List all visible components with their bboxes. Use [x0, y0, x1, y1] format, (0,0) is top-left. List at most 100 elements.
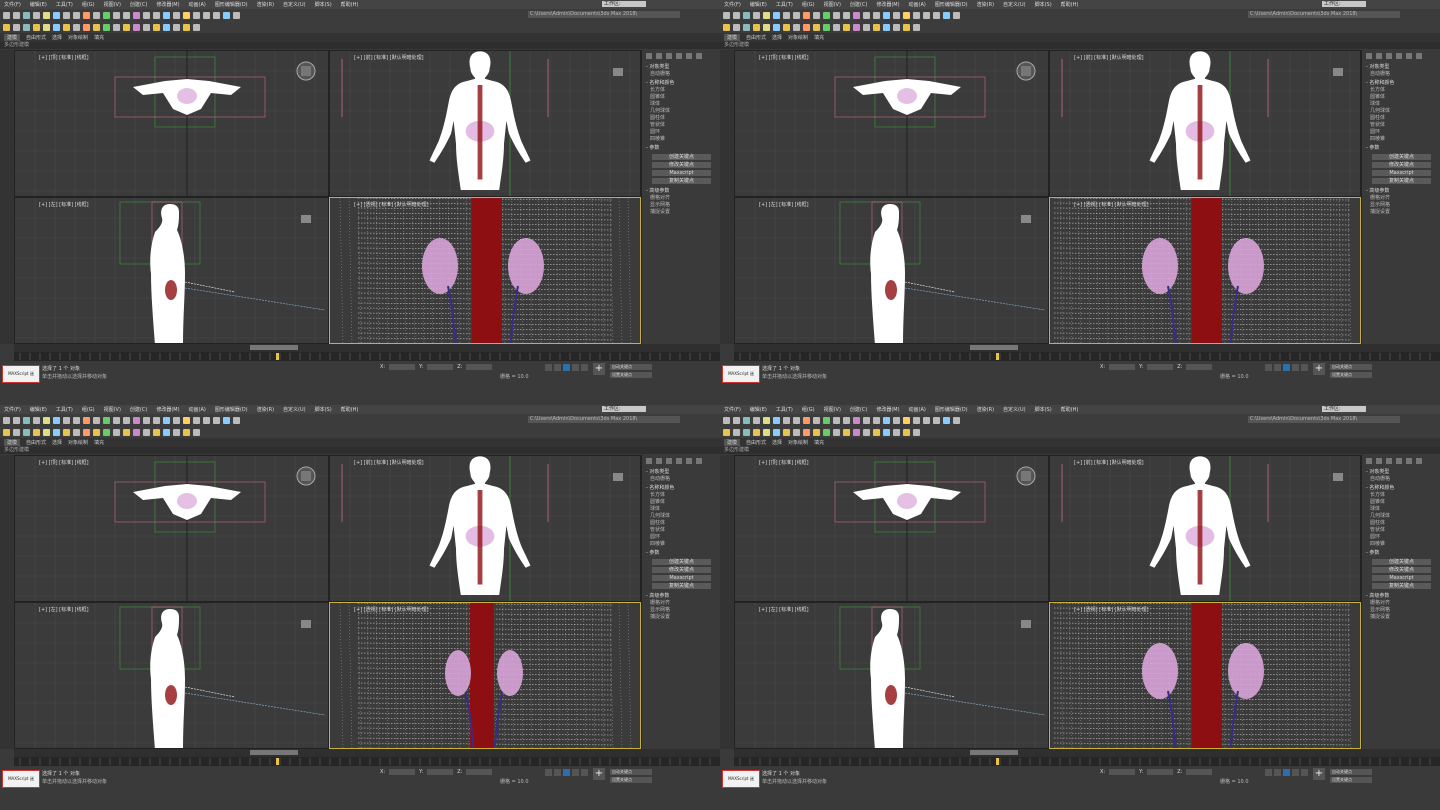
tool-icon[interactable]: [153, 428, 160, 436]
object-type-row[interactable]: 球体: [1362, 101, 1440, 108]
motion-tab-icon[interactable]: [1396, 53, 1402, 59]
tool-icon[interactable]: [13, 428, 20, 436]
rollout-header[interactable]: - 高级参数: [642, 186, 720, 195]
tool-icon[interactable]: [123, 11, 130, 19]
viewcube-icon[interactable]: [301, 620, 311, 628]
tool-icon[interactable]: [913, 11, 920, 19]
track-bar[interactable]: [14, 352, 720, 361]
go-end-icon[interactable]: [581, 769, 588, 776]
menu-item[interactable]: 文件(F): [4, 406, 21, 413]
next-frame-icon[interactable]: [1292, 769, 1299, 776]
tool-icon[interactable]: [173, 23, 180, 31]
viewport-label[interactable]: [+] [透视] [标准] [默认明暗处理]: [354, 606, 429, 613]
tool-icon[interactable]: [863, 11, 870, 19]
viewport-top[interactable]: [+] [顶] [标准] [线框]: [734, 455, 1049, 602]
play-icon[interactable]: [1283, 769, 1290, 776]
tool-icon[interactable]: [733, 11, 740, 19]
viewport-top[interactable]: [+] [顶] [标准] [线框]: [734, 50, 1049, 197]
menu-item[interactable]: 编辑(E): [30, 406, 47, 413]
tool-icon[interactable]: [3, 23, 10, 31]
tool-icon[interactable]: [173, 428, 180, 436]
menu-item[interactable]: 图形编辑器(D): [935, 406, 968, 413]
viewport-perspective[interactable]: [+] [透视] [标准] [默认明暗处理]: [329, 197, 641, 344]
tool-icon[interactable]: [33, 11, 40, 19]
tool-icon[interactable]: [43, 416, 50, 424]
tool-icon[interactable]: [133, 11, 140, 19]
object-type-row[interactable]: 几何球体: [1362, 513, 1440, 520]
tool-icon[interactable]: [83, 11, 90, 19]
tool-icon[interactable]: [103, 428, 110, 436]
tool-icon[interactable]: [53, 416, 60, 424]
viewcube-icon[interactable]: [1333, 473, 1343, 481]
rollout-header[interactable]: - 参数: [1362, 548, 1440, 557]
object-type-row[interactable]: 圆环: [642, 534, 720, 541]
tool-icon[interactable]: [723, 23, 730, 31]
menu-item[interactable]: 组(G): [802, 406, 815, 413]
viewcube-face[interactable]: [1021, 66, 1031, 76]
command-button[interactable]: 复制关键点: [652, 178, 711, 184]
viewport-label[interactable]: [+] [前] [标准] [默认明暗处理]: [354, 54, 424, 61]
prev-frame-icon[interactable]: [1274, 364, 1281, 371]
create-tab-icon[interactable]: [646, 53, 652, 59]
rollout-header[interactable]: - 高级参数: [1362, 186, 1440, 195]
tool-icon[interactable]: [913, 428, 920, 436]
ribbon-tab[interactable]: 自由形式: [26, 439, 46, 446]
project-path-field[interactable]: C:\Users\Admin\Documents\3ds Max 2018\: [528, 416, 680, 423]
viewcube-icon[interactable]: [613, 473, 623, 481]
command-button[interactable]: Maxscript: [1372, 575, 1431, 581]
tool-icon[interactable]: [893, 11, 900, 19]
menu-item[interactable]: 自定义(U): [283, 1, 306, 8]
tool-icon[interactable]: [93, 416, 100, 424]
menu-item[interactable]: 脚本(S): [1035, 406, 1052, 413]
rollout-header[interactable]: - 对象类型: [642, 62, 720, 71]
tool-icon[interactable]: [783, 428, 790, 436]
object-type-row[interactable]: 圆锥体: [1362, 499, 1440, 506]
tool-icon[interactable]: [753, 428, 760, 436]
tool-icon[interactable]: [193, 416, 200, 424]
tool-icon[interactable]: [123, 416, 130, 424]
viewport-front[interactable]: [+] [前] [标准] [默认明暗处理]: [1049, 50, 1361, 197]
z-field[interactable]: [1186, 769, 1213, 775]
tool-icon[interactable]: [893, 416, 900, 424]
tool-icon[interactable]: [123, 428, 130, 436]
tool-icon[interactable]: [33, 416, 40, 424]
command-button[interactable]: 复制关键点: [652, 583, 711, 589]
menu-item[interactable]: 创建(C): [130, 1, 147, 8]
tool-icon[interactable]: [113, 428, 120, 436]
tool-icon[interactable]: [903, 23, 910, 31]
ribbon-tab[interactable]: 建模: [724, 439, 741, 446]
tool-icon[interactable]: [863, 428, 870, 436]
tool-icon[interactable]: [53, 11, 60, 19]
menu-item[interactable]: 创建(C): [850, 1, 867, 8]
object-type-row[interactable]: 管状体: [1362, 527, 1440, 534]
viewport-label[interactable]: [+] [前] [标准] [默认明暗处理]: [1074, 54, 1144, 61]
menu-item[interactable]: 帮助(H): [1061, 406, 1079, 413]
tool-icon[interactable]: [783, 416, 790, 424]
menu-item[interactable]: 修改器(M): [876, 406, 899, 413]
tool-icon[interactable]: [123, 23, 130, 31]
command-button[interactable]: Maxscript: [652, 575, 711, 581]
tool-icon[interactable]: [803, 11, 810, 19]
display-tab-icon[interactable]: [1406, 53, 1412, 59]
menu-item[interactable]: 视图(V): [104, 406, 121, 413]
option-row[interactable]: 栅格对齐: [1362, 195, 1440, 202]
viewport-top[interactable]: [+] [顶] [标准] [线框]: [14, 50, 329, 197]
tool-icon[interactable]: [943, 11, 950, 19]
viewport-label[interactable]: [+] [左] [标准] [线框]: [39, 201, 89, 208]
tool-icon[interactable]: [3, 428, 10, 436]
ribbon-tab[interactable]: 填充: [814, 34, 824, 41]
auto-grid-checkbox[interactable]: 自动栅格: [1362, 71, 1440, 78]
time-slider-thumb[interactable]: [250, 345, 298, 350]
tool-icon[interactable]: [73, 428, 80, 436]
tool-icon[interactable]: [733, 428, 740, 436]
tool-icon[interactable]: [883, 428, 890, 436]
menu-item[interactable]: 编辑(E): [750, 406, 767, 413]
tool-icon[interactable]: [73, 11, 80, 19]
tool-icon[interactable]: [823, 11, 830, 19]
viewport-front[interactable]: [+] [前] [标准] [默认明暗处理]: [1049, 455, 1361, 602]
viewport-label[interactable]: [+] [前] [标准] [默认明暗处理]: [354, 459, 424, 466]
tool-icon[interactable]: [943, 416, 950, 424]
tool-icon[interactable]: [223, 11, 230, 19]
go-start-icon[interactable]: [545, 364, 552, 371]
tool-icon[interactable]: [913, 23, 920, 31]
